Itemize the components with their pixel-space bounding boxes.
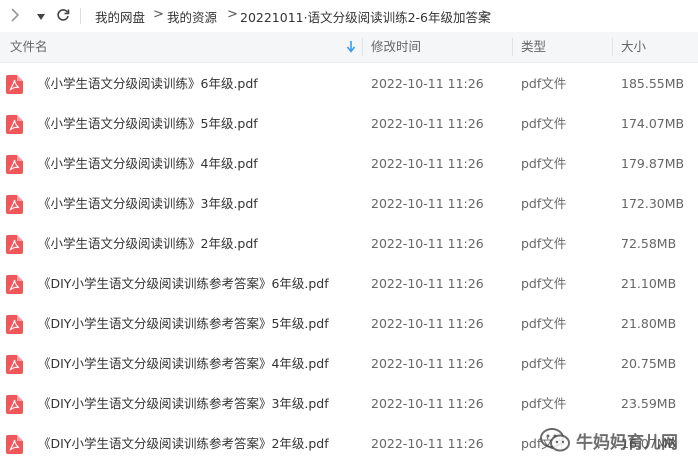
file-type: pdf文件 xyxy=(521,356,567,371)
file-name[interactable]: 《DIY小学生语文分级阅读训练参考答案》3年级.pdf xyxy=(38,384,329,424)
breadcrumb-separator: > xyxy=(227,7,238,22)
file-size: 21.80MB xyxy=(621,316,677,331)
file-type: pdf文件 xyxy=(521,276,567,291)
file-type: pdf文件 xyxy=(521,196,567,211)
file-name[interactable]: 《DIY小学生语文分级阅读训练参考答案》6年级.pdf xyxy=(38,264,329,304)
file-type: pdf文件 xyxy=(521,316,567,331)
file-modified-time: 2022-10-11 11:26 xyxy=(371,396,484,411)
breadcrumb-my-disk[interactable]: 我的网盘 xyxy=(95,7,145,26)
file-size: 172.30MB xyxy=(621,196,685,211)
pdf-file-icon xyxy=(6,395,23,414)
file-size: 174.07MB xyxy=(621,116,685,131)
file-size: 21.10MB xyxy=(621,276,677,291)
file-name[interactable]: 《DIY小学生语文分级阅读训练参考答案》2年级.pdf xyxy=(38,424,329,464)
file-name[interactable]: 《DIY小学生语文分级阅读训练参考答案》4年级.pdf xyxy=(38,344,329,384)
refresh-icon[interactable] xyxy=(56,8,70,26)
file-row[interactable]: 《小学生语文分级阅读训练》6年级.pdf 2022-10-11 11:26 pd… xyxy=(0,64,698,104)
file-name[interactable]: 《小学生语文分级阅读训练》4年级.pdf xyxy=(38,144,258,184)
top-nav-bar: 我的网盘 > 我的资源 > 20221011·语文分级阅读训练2-6年级加答案 … xyxy=(0,0,698,32)
file-row[interactable]: 《小学生语文分级阅读训练》2年级.pdf 2022-10-11 11:26 pd… xyxy=(0,224,698,264)
file-type: pdf文件 xyxy=(521,236,567,251)
sort-down-arrow-icon[interactable] xyxy=(346,41,356,53)
file-modified-time: 2022-10-11 11:26 xyxy=(371,436,484,451)
file-row[interactable]: 《DIY小学生语文分级阅读训练参考答案》4年级.pdf 2022-10-11 1… xyxy=(0,344,698,384)
file-name[interactable]: 《DIY小学生语文分级阅读训练参考答案》5年级.pdf xyxy=(38,304,329,344)
caret-down-icon[interactable] xyxy=(36,10,46,25)
file-modified-time: 2022-10-11 11:26 xyxy=(371,156,484,171)
file-modified-time: 2022-10-11 11:26 xyxy=(371,276,484,291)
pdf-file-icon xyxy=(6,355,23,374)
file-type: pdf文件 xyxy=(521,116,567,131)
file-modified-time: 2022-10-11 11:26 xyxy=(371,196,484,211)
column-divider[interactable] xyxy=(362,38,363,56)
file-modified-time: 2022-10-11 11:26 xyxy=(371,116,484,131)
file-row[interactable]: 《DIY小学生语文分级阅读训练参考答案》5年级.pdf 2022-10-11 1… xyxy=(0,304,698,344)
file-row[interactable]: 《小学生语文分级阅读训练》4年级.pdf 2022-10-11 11:26 pd… xyxy=(0,144,698,184)
watermark: 牛妈妈育儿网 xyxy=(540,420,678,460)
file-list-header: 文件名 修改时间 类型 大小 xyxy=(0,32,698,63)
file-size: 72.58MB xyxy=(621,236,677,251)
file-modified-time: 2022-10-11 11:26 xyxy=(371,356,484,371)
breadcrumb-separator: > xyxy=(481,7,492,22)
pdf-file-icon xyxy=(6,235,23,254)
file-size: 179.87MB xyxy=(621,156,685,171)
pdf-file-icon xyxy=(6,275,23,294)
file-row[interactable]: 《DIY小学生语文分级阅读训练参考答案》3年级.pdf 2022-10-11 1… xyxy=(0,384,698,424)
column-header-size[interactable]: 大小 xyxy=(621,32,646,62)
file-modified-time: 2022-10-11 11:26 xyxy=(371,236,484,251)
file-modified-time: 2022-10-11 11:26 xyxy=(371,76,484,91)
pdf-file-icon xyxy=(6,315,23,334)
file-row[interactable]: 《小学生语文分级阅读训练》3年级.pdf 2022-10-11 11:26 pd… xyxy=(0,184,698,224)
toolbar-divider xyxy=(80,8,81,24)
file-size: 23.59MB xyxy=(621,396,677,411)
column-header-modified[interactable]: 修改时间 xyxy=(371,32,421,62)
watermark-text: 牛妈妈育儿网 xyxy=(576,432,678,453)
file-name[interactable]: 《小学生语文分级阅读训练》3年级.pdf xyxy=(38,184,258,224)
pdf-file-icon xyxy=(6,195,23,214)
wechat-logo-icon xyxy=(540,427,570,453)
breadcrumb-separator: > xyxy=(153,7,164,22)
file-name[interactable]: 《小学生语文分级阅读训练》2年级.pdf xyxy=(38,224,258,264)
file-size: 185.55MB xyxy=(621,76,685,91)
file-type: pdf文件 xyxy=(521,396,567,411)
file-row[interactable]: 《小学生语文分级阅读训练》5年级.pdf 2022-10-11 11:26 pd… xyxy=(0,104,698,144)
column-header-type[interactable]: 类型 xyxy=(521,32,546,62)
pdf-file-icon xyxy=(6,115,23,134)
file-name[interactable]: 《小学生语文分级阅读训练》5年级.pdf xyxy=(38,104,258,144)
pdf-file-icon xyxy=(6,75,23,94)
file-type: pdf文件 xyxy=(521,76,567,91)
file-type: pdf文件 xyxy=(521,156,567,171)
pdf-file-icon xyxy=(6,155,23,174)
file-row[interactable]: 《DIY小学生语文分级阅读训练参考答案》6年级.pdf 2022-10-11 1… xyxy=(0,264,698,304)
forward-chevron-icon[interactable] xyxy=(10,7,20,27)
file-modified-time: 2022-10-11 11:26 xyxy=(371,316,484,331)
column-divider[interactable] xyxy=(612,38,613,56)
breadcrumb-my-resources[interactable]: 我的资源 xyxy=(167,7,217,26)
pdf-file-icon xyxy=(6,435,23,454)
column-divider[interactable] xyxy=(512,38,513,56)
column-header-name[interactable]: 文件名 xyxy=(10,32,48,62)
file-name[interactable]: 《小学生语文分级阅读训练》6年级.pdf xyxy=(38,64,258,104)
breadcrumb-current-folder[interactable]: 20221011·语文分级阅读训练2-6年级加答案 xyxy=(240,7,491,26)
file-size: 20.75MB xyxy=(621,356,677,371)
